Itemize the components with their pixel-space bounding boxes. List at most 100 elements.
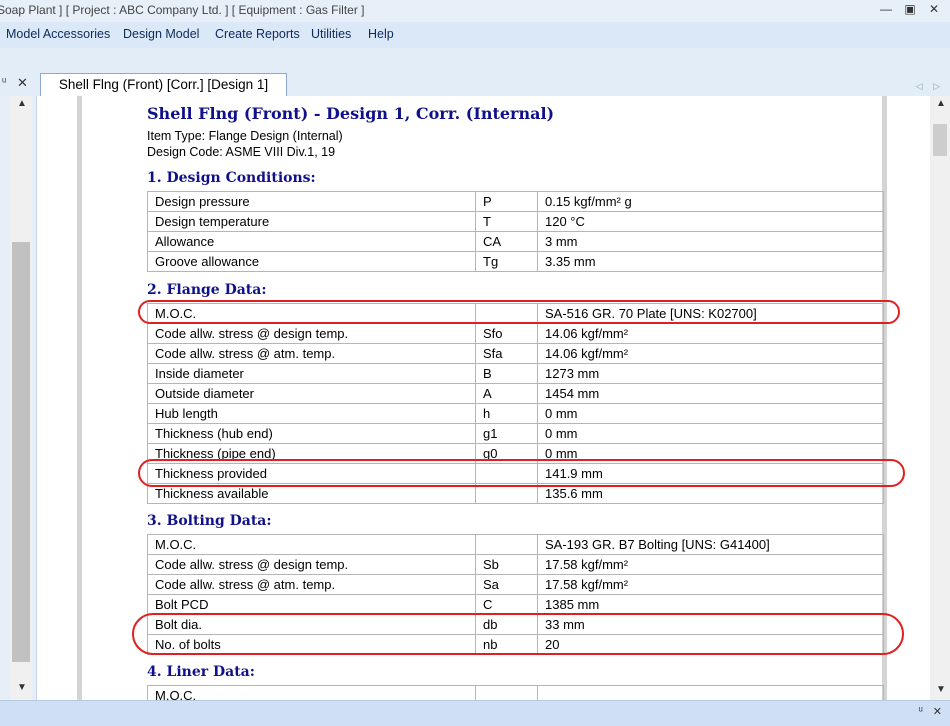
param-symbol (475, 534, 538, 555)
param-value: 0 mm (537, 443, 884, 464)
close-icon[interactable]: ✕ (933, 705, 942, 718)
param-value (537, 685, 884, 700)
param-value: SA-516 GR. 70 Plate [UNS: K02700] (537, 303, 884, 324)
param-symbol: g1 (475, 423, 538, 444)
param-symbol: A (475, 383, 538, 404)
param-name: Outside diameter (147, 383, 476, 404)
window-title: Soap Plant ] [ Project : ABC Company Ltd… (0, 3, 365, 17)
table-row: M.O.C. (147, 685, 884, 700)
param-value: 141.9 mm (537, 463, 884, 484)
param-name: Bolt dia. (147, 614, 476, 635)
table-row: Code allw. stress @ atm. temp. Sa 17.58 kg… (147, 574, 884, 595)
flange-data-table: M.O.C. SA-516 GR. 70 Plate [UNS: K02700] … (147, 303, 884, 504)
table-row: Code allw. stress @ atm. temp. Sfa 14.06 k… (147, 343, 884, 364)
menu-help[interactable]: Help (368, 27, 394, 41)
table-row: Allowance CA 3 mm (147, 231, 884, 252)
table-row: Design pressure P 0.15 kgf/mm² g (147, 191, 884, 212)
table-row: Thickness provided 141.9 mm (147, 463, 884, 484)
close-icon[interactable]: ✕ (926, 2, 942, 16)
param-value: 1273 mm (537, 363, 884, 384)
param-name: Code allw. stress @ atm. temp. (147, 574, 476, 595)
param-symbol: Sb (475, 554, 538, 575)
scroll-up-icon[interactable]: ▲ (936, 98, 946, 109)
param-value: 0 mm (537, 403, 884, 424)
param-name: M.O.C. (147, 685, 476, 700)
param-value: 135.6 mm (537, 483, 884, 504)
menu-model-accessories[interactable]: Model Accessories (6, 27, 110, 41)
param-name: No. of bolts (147, 634, 476, 655)
table-row: M.O.C. SA-193 GR. B7 Bolting [UNS: G41400… (147, 534, 884, 555)
scroll-down-icon[interactable]: ▼ (17, 682, 27, 693)
param-symbol: nb (475, 634, 538, 655)
table-row: No. of bolts nb 20 (147, 634, 884, 655)
param-name: Code allw. stress @ design temp. (147, 323, 476, 344)
param-name: M.O.C. (147, 303, 476, 324)
param-name: Thickness provided (147, 463, 476, 484)
left-scroll-thumb[interactable] (12, 242, 30, 662)
param-name: Hub length (147, 403, 476, 424)
param-name: Code allw. stress @ design temp. (147, 554, 476, 575)
param-value: 1385 mm (537, 594, 884, 615)
section-heading: 4. Liner Data: (147, 664, 255, 680)
param-symbol: Sa (475, 574, 538, 595)
left-panel: ▲ ▼ (0, 96, 37, 700)
panel-close-icon[interactable]: ✕ (17, 75, 28, 91)
liner-data-table: M.O.C. (147, 685, 884, 700)
table-row: Thickness available 135.6 mm (147, 483, 884, 504)
param-value: 0 mm (537, 423, 884, 444)
item-type: Item Type: Flange Design (Internal) (147, 129, 343, 143)
param-symbol: Sfa (475, 343, 538, 364)
table-row: M.O.C. SA-516 GR. 70 Plate [UNS: K02700] (147, 303, 884, 324)
param-value: SA-193 GR. B7 Bolting [UNS: G41400] (537, 534, 884, 555)
param-value: 3 mm (537, 231, 884, 252)
restore-icon[interactable]: ▣ (902, 2, 918, 16)
param-name: Design temperature (147, 211, 476, 232)
param-name: Bolt PCD (147, 594, 476, 615)
section-heading: 2. Flange Data: (147, 282, 267, 298)
param-value: 20 (537, 634, 884, 655)
table-row: Bolt dia. db 33 mm (147, 614, 884, 635)
param-value: 0.15 kgf/mm² g (537, 191, 884, 212)
param-name: Thickness (pipe end) (147, 443, 476, 464)
table-row: Outside diameter A 1454 mm (147, 383, 884, 404)
minimize-icon[interactable]: — (878, 2, 894, 16)
bolting-data-table: M.O.C. SA-193 GR. B7 Bolting [UNS: G41400… (147, 534, 884, 655)
param-symbol: T (475, 211, 538, 232)
param-symbol: CA (475, 231, 538, 252)
pin-icon[interactable]: ᵘ (919, 705, 923, 718)
param-value: 14.06 kgf/mm² (537, 343, 884, 364)
scroll-up-icon[interactable]: ▲ (17, 98, 27, 109)
report-title: Shell Flng (Front) - Design 1, Corr. (In… (147, 104, 555, 123)
param-name: Thickness available (147, 483, 476, 504)
param-value: 17.58 kgf/mm² (537, 554, 884, 575)
param-symbol: h (475, 403, 538, 424)
bottom-dock-bar: ᵘ ✕ (0, 700, 950, 726)
report-view: Shell Flng (Front) - Design 1, Corr. (In… (37, 96, 930, 700)
pin-icon[interactable]: ᵘ (2, 76, 6, 88)
param-value: 14.06 kgf/mm² (537, 323, 884, 344)
table-row: Groove allowance Tg 3.35 mm (147, 251, 884, 272)
param-symbol: g0 (475, 443, 538, 464)
param-symbol (475, 685, 538, 700)
param-symbol: P (475, 191, 538, 212)
scroll-down-icon[interactable]: ▼ (936, 684, 946, 695)
menu-design-model[interactable]: Design Model (123, 27, 199, 41)
menu-bar: Model Accessories Design Model Create Re… (0, 22, 950, 49)
param-name: Groove allowance (147, 251, 476, 272)
tab-shell-flng-front[interactable]: Shell Flng (Front) [Corr.] [Design 1] (40, 73, 287, 96)
param-name: Design pressure (147, 191, 476, 212)
table-row: Thickness (hub end) g1 0 mm (147, 423, 884, 444)
param-name: Thickness (hub end) (147, 423, 476, 444)
scroll-thumb[interactable] (933, 124, 947, 156)
menu-utilities[interactable]: Utilities (311, 27, 351, 41)
menu-create-reports[interactable]: Create Reports (215, 27, 300, 41)
param-symbol: Sfo (475, 323, 538, 344)
tab-nav-arrows-icon[interactable]: ◁ ▷ (916, 81, 944, 92)
vertical-scrollbar[interactable]: ▲ ▼ (930, 96, 950, 700)
param-value: 17.58 kgf/mm² (537, 574, 884, 595)
section-heading: 3. Bolting Data: (147, 513, 272, 529)
table-row: Design temperature T 120 °C (147, 211, 884, 232)
window-controls: — ▣ ✕ (878, 2, 942, 16)
param-value: 3.35 mm (537, 251, 884, 272)
param-symbol (475, 463, 538, 484)
